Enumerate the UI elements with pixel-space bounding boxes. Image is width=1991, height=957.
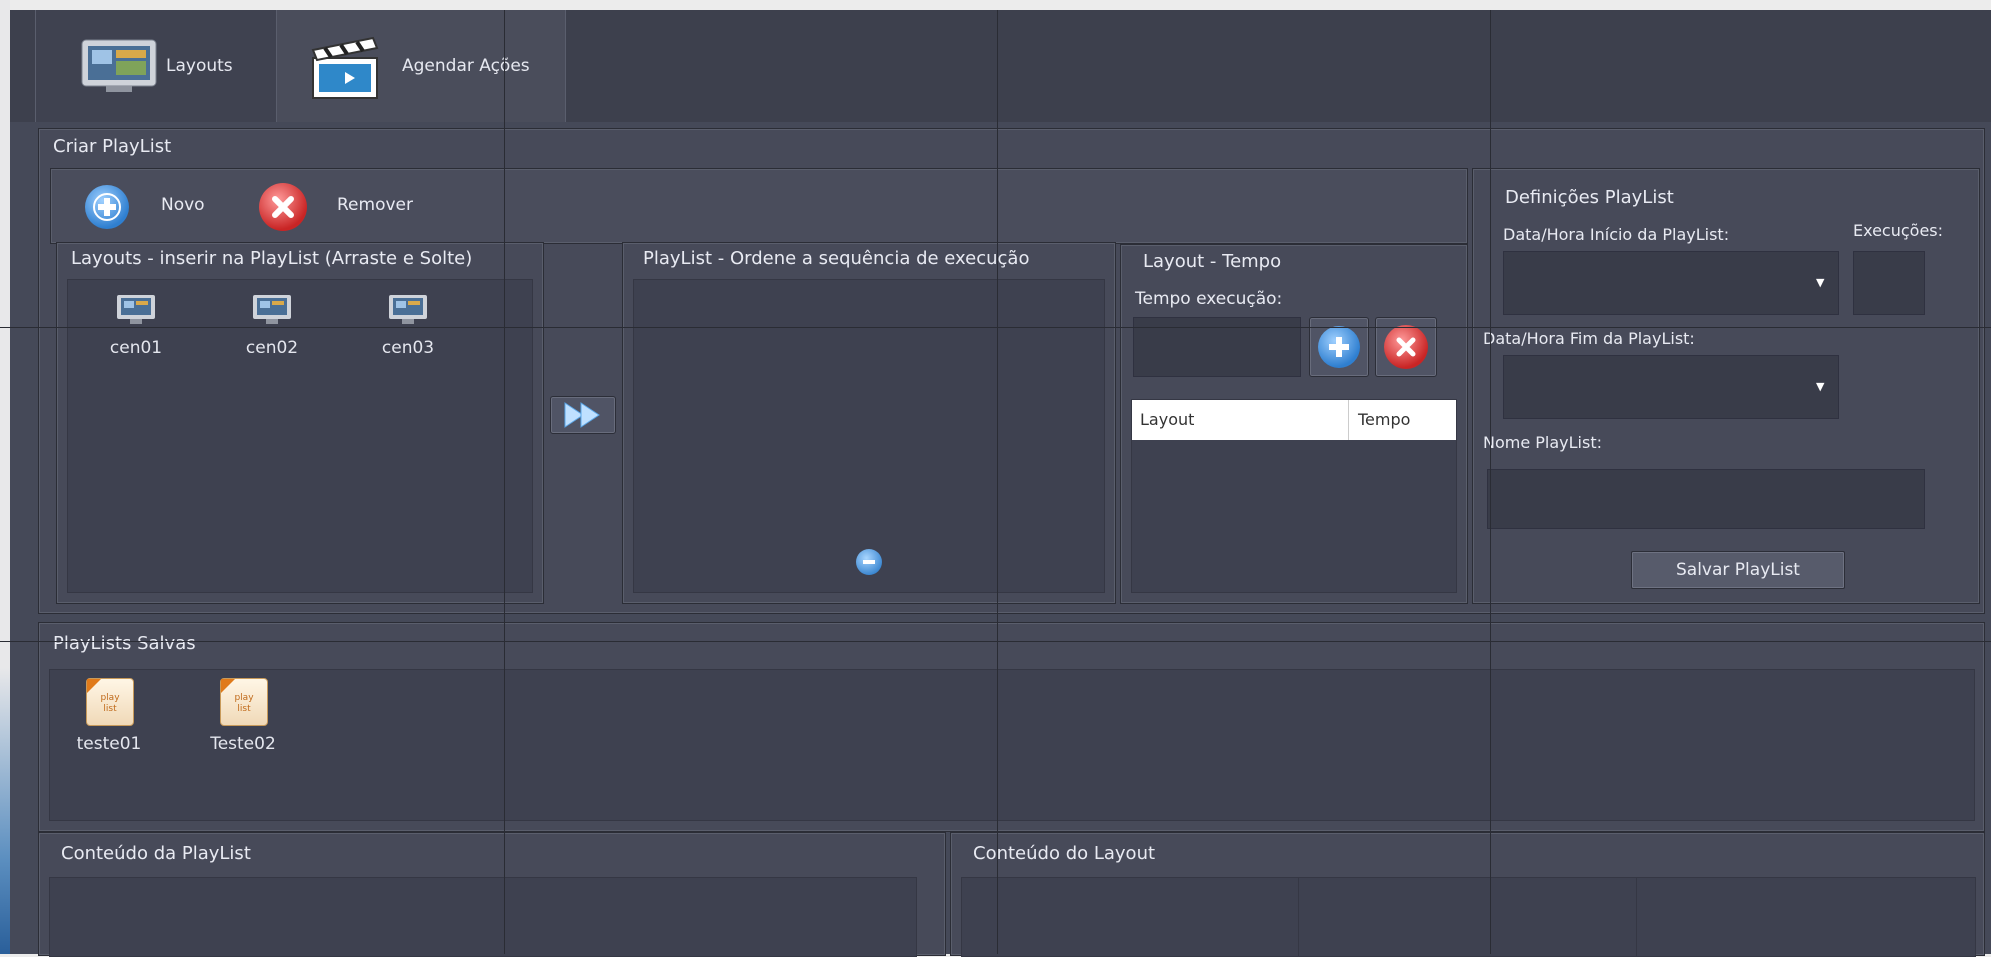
conteudo-playlist-panel: Conteúdo da PlayList [38,832,946,957]
novo-label[interactable]: Novo [161,195,205,215]
tempo-execucao-label: Tempo execução: [1135,289,1283,309]
execucoes-input[interactable] [1853,251,1925,315]
conteudo-layout-title: Conteúdo do Layout [973,843,1156,864]
plus-icon [93,193,121,221]
minus-icon [863,560,875,564]
double-arrow-right-icon [564,402,600,428]
playlist-icon: play list [220,678,268,726]
column-header-tempo[interactable]: Tempo [1358,410,1410,429]
remover-button[interactable] [259,183,307,231]
nome-label: Nome PlayList: [1483,433,1602,452]
novo-button[interactable] [85,185,129,229]
layout-item-cen01[interactable]: cen01 [98,292,174,372]
conteudo-playlist-title: Conteúdo da PlayList [61,843,251,864]
plus-icon [1318,326,1360,368]
definicoes-title: Definições PlayList [1505,187,1674,208]
layouts-list-panel: Layouts - inserir na PlayList (Arraste e… [56,242,544,604]
monitor-icon [253,295,291,324]
tab-agendar-acoes[interactable]: Agendar Ações [276,10,566,122]
playlists-salvas-title: PlayLists Salvas [53,633,196,654]
playlist-toolbar: Novo Remover [50,168,1468,244]
close-icon [1384,325,1428,369]
remove-tempo-button[interactable] [1375,317,1437,377]
dropdown-arrow-icon[interactable]: ▼ [1816,276,1824,289]
playlist-order-title: PlayList - Ordene a sequência de execuçã… [643,248,1030,269]
desktop-edge [0,0,10,954]
layout-item-cen02[interactable]: cen02 [234,292,310,372]
tab-bar: Layouts Agendar Ações [10,10,1991,122]
dropdown-arrow-icon[interactable]: ▼ [1816,380,1824,393]
saved-playlist-teste01[interactable]: play list teste01 [66,678,148,768]
definicoes-panel: Definições PlayList Data/Hora Início da … [1472,168,1980,604]
saved-playlist-teste02[interactable]: play list Teste02 [200,678,282,768]
column-divider [1348,400,1349,440]
saved-playlist-label: Teste02 [210,734,276,754]
criar-playlist-title: Criar PlayList [53,136,172,157]
layout-tempo-title: Layout - Tempo [1143,251,1282,272]
tab-agendar-label: Agendar Ações [402,56,530,76]
layout-item-label: cen01 [109,338,163,358]
guide-line [0,641,1991,642]
guide-line [997,10,998,954]
saved-playlist-label: teste01 [76,734,142,754]
monitor-icon [389,295,427,324]
fim-label: Data/Hora Fim da PlayList: [1483,329,1695,348]
column-header-layout[interactable]: Layout [1140,410,1194,429]
remover-label[interactable]: Remover [337,195,413,215]
remove-item-button[interactable] [856,549,882,575]
layout-tempo-table[interactable]: Layout Tempo [1131,399,1457,593]
playlist-order-panel: PlayList - Ordene a sequência de execuçã… [622,242,1116,604]
column-divider [1636,878,1637,956]
add-to-playlist-button[interactable] [550,396,616,434]
playlists-salvas-panel: PlayLists Salvas play list teste01 play … [38,622,1985,832]
layout-tempo-panel: Layout - Tempo Tempo execução: Layout Te… [1120,244,1468,604]
fim-datetime-picker[interactable]: ▼ [1503,355,1839,419]
playlists-salvas-area[interactable]: play list teste01 play list Teste02 [49,669,1975,821]
clapperboard-icon [311,36,379,99]
conteudo-playlist-area[interactable] [49,877,917,957]
nome-playlist-input[interactable] [1487,469,1925,529]
layout-item-label: cen02 [245,338,299,358]
close-icon [272,196,294,218]
inicio-datetime-picker[interactable]: ▼ [1503,251,1839,315]
table-header: Layout Tempo [1132,400,1456,440]
app-window: Layouts Agendar Ações Criar PlayList Nov… [10,10,1991,957]
salvar-playlist-button[interactable]: Salvar PlayList [1631,551,1845,589]
tab-layouts[interactable]: Layouts [35,10,277,122]
conteudo-layout-panel: Conteúdo do Layout [950,832,1985,957]
tab-layouts-label: Layouts [166,56,233,76]
guide-line [1490,10,1491,954]
playlist-icon: play list [86,678,134,726]
layouts-list-title: Layouts - inserir na PlayList (Arraste e… [71,248,473,269]
monitor-icon [81,39,157,92]
add-tempo-button[interactable] [1309,317,1369,377]
conteudo-layout-area[interactable] [961,877,1976,957]
column-divider [1298,878,1299,956]
execucoes-label: Execuções: [1853,221,1944,240]
inicio-label: Data/Hora Início da PlayList: [1503,225,1730,244]
layout-item-cen03[interactable]: cen03 [370,292,446,372]
tempo-execucao-input[interactable] [1133,317,1301,377]
monitor-icon [117,295,155,324]
guide-line [0,327,1991,328]
layout-item-label: cen03 [381,338,435,358]
guide-line [504,10,505,954]
